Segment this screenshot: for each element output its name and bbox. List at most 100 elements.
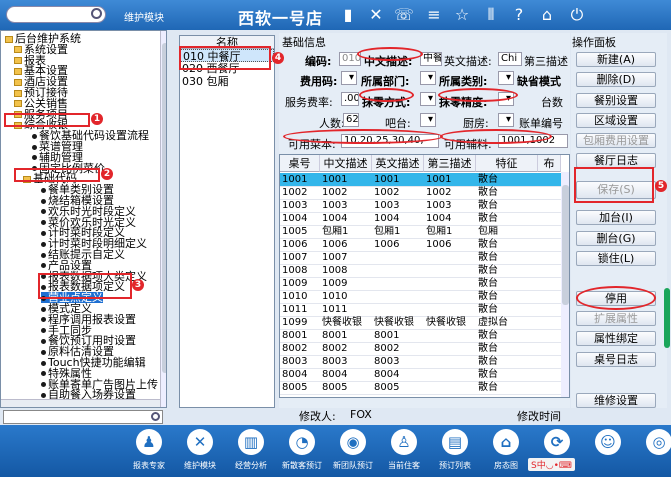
grid-cell[interactable]: 1006 — [424, 238, 476, 251]
panel-button[interactable]: 维修设置 — [576, 393, 656, 408]
grid-header[interactable]: 桌号 — [280, 155, 320, 172]
grid-header[interactable]: 英文描述 — [372, 155, 424, 172]
taskbar-item[interactable]: ☺ — [580, 429, 636, 475]
grid-cell[interactable]: 8004 — [280, 368, 320, 381]
module-tree[interactable]: 后台维护系统 系统设置 报表 基本设置 酒店设置 预订接待 公关销售 服务项目 综合收银 餐饮基础… — [0, 30, 167, 408]
grid-cell[interactable]: 1011 — [280, 303, 320, 316]
grid-cell[interactable]: 包厢 — [476, 225, 538, 238]
grid-cell[interactable]: 快餐收银 — [372, 316, 424, 329]
people-field[interactable]: 62 — [343, 113, 359, 127]
grid-cell[interactable]: 1004 — [320, 212, 372, 225]
en-desc-field[interactable]: Chi — [498, 52, 522, 66]
grid-cell[interactable]: 8002 — [280, 342, 320, 355]
grid-cell[interactable]: 8004 — [320, 368, 372, 381]
grid-cell[interactable]: 虚拟台 — [476, 316, 538, 329]
grid-cell[interactable]: 8003 — [372, 355, 424, 368]
dept-select[interactable] — [420, 71, 436, 85]
grid-cell[interactable]: 1006 — [372, 238, 424, 251]
columns-icon[interactable]: ⫴ — [481, 5, 501, 25]
panel-button[interactable]: 锁住(L) — [576, 251, 656, 266]
grid-cell[interactable]: 1010 — [280, 290, 320, 303]
taskbar-item[interactable]: ⌂ 房态图 — [478, 429, 534, 475]
grid-cell[interactable]: 散台 — [476, 381, 538, 394]
grid-cell[interactable] — [372, 277, 424, 290]
grid-cell[interactable]: 8005 — [280, 381, 320, 394]
grid-cell[interactable]: 包厢1 — [372, 225, 424, 238]
grid-cell[interactable]: 散台 — [476, 264, 538, 277]
panel-button[interactable]: 桌号日志 — [576, 352, 656, 367]
grid-cell[interactable]: 1002 — [320, 186, 372, 199]
outlet-list[interactable]: 名称 010 中餐厅 020 西餐厅 030 包厢 — [179, 35, 275, 408]
grid-cell[interactable]: 1007 — [320, 251, 372, 264]
grid-cell[interactable]: 8002 — [372, 342, 424, 355]
grid-cell[interactable]: 散台 — [476, 368, 538, 381]
grid-cell[interactable]: 1001 — [424, 173, 476, 186]
grid-cell[interactable]: 1011 — [320, 303, 372, 316]
panel-button[interactable]: 餐别设置 — [576, 93, 656, 108]
grid-cell[interactable]: 1007 — [280, 251, 320, 264]
grid-cell[interactable] — [372, 251, 424, 264]
panel-button[interactable]: 新建(A) — [576, 52, 656, 67]
grid-cell[interactable] — [424, 290, 476, 303]
search-icon[interactable] — [91, 8, 102, 19]
grid-cell[interactable]: 快餐收银 — [424, 316, 476, 329]
grid-cell[interactable]: 散台 — [476, 199, 538, 212]
grid-cell[interactable] — [424, 303, 476, 316]
grid-cell[interactable]: 1002 — [424, 186, 476, 199]
grid-cell[interactable] — [424, 251, 476, 264]
grid-cell[interactable]: 散台 — [476, 186, 538, 199]
grid-cell[interactable]: 散台 — [476, 251, 538, 264]
taskbar-item[interactable]: ◎ — [631, 429, 671, 475]
panel-button[interactable]: 删台(G) — [576, 231, 656, 246]
grid-cell[interactable]: 1004 — [424, 212, 476, 225]
grid-cell[interactable]: 散台 — [476, 342, 538, 355]
grid-cell[interactable] — [424, 342, 476, 355]
grid-cell[interactable]: 散台 — [476, 277, 538, 290]
taskbar-item[interactable]: ♙ 当前住客 — [376, 429, 432, 475]
grid-cell[interactable] — [372, 303, 424, 316]
tree-hscrollbar[interactable] — [1, 399, 160, 407]
grid-cell[interactable] — [372, 290, 424, 303]
grid-cell[interactable]: 1010 — [320, 290, 372, 303]
panel-button[interactable]: 区域设置 — [576, 113, 656, 128]
grid-cell[interactable]: 1009 — [280, 277, 320, 290]
table-grid[interactable]: 桌号 中文描述 英文描述 第三描述 特征布 1001 1001 1001 1001 散台 1002 1… — [279, 154, 570, 398]
ime-indicator-icon[interactable]: S中◡•⌨ — [528, 458, 575, 471]
power-icon[interactable]: ⏻ — [567, 5, 587, 25]
grid-cell[interactable]: 散台 — [476, 290, 538, 303]
grid-cell[interactable]: 散台 — [476, 329, 538, 342]
grid-cell[interactable]: 1004 — [372, 212, 424, 225]
signal-icon[interactable]: ▮ — [338, 5, 358, 25]
grid-cell[interactable]: 1003 — [320, 199, 372, 212]
kitchen-select[interactable] — [498, 113, 514, 127]
taskbar-item[interactable]: ▥ 经营分析 — [223, 429, 279, 475]
panel-button[interactable]: 扩展属性 — [576, 311, 656, 326]
grid-cell[interactable]: 1003 — [280, 199, 320, 212]
grid-cell[interactable]: 8004 — [372, 368, 424, 381]
grid-cell[interactable]: 1004 — [280, 212, 320, 225]
grid-cell[interactable]: 1008 — [280, 264, 320, 277]
taskbar-item[interactable]: ♟ 报表专家 — [121, 429, 177, 475]
taskbar-item[interactable]: ▤ 预订列表 — [427, 429, 483, 475]
grid-cell[interactable]: 包厢1 — [320, 225, 372, 238]
cn-desc-field[interactable]: 中餐 — [420, 52, 442, 66]
grid-cell[interactable] — [424, 368, 476, 381]
home-icon[interactable]: ⌂ — [537, 5, 557, 25]
grid-cell[interactable]: 散台 — [476, 355, 538, 368]
grid-cell[interactable]: 1006 — [280, 238, 320, 251]
grid-cell[interactable]: 8001 — [320, 329, 372, 342]
grid-cell[interactable]: 散台 — [476, 238, 538, 251]
panel-button[interactable]: 删除(D) — [576, 72, 656, 87]
grid-cell[interactable]: 散台 — [476, 173, 538, 186]
grid-cell[interactable]: 1002 — [280, 186, 320, 199]
grid-cell[interactable]: 1002 — [372, 186, 424, 199]
grid-scroll-thumb[interactable] — [562, 185, 569, 305]
grid-header[interactable]: 中文描述 — [320, 155, 372, 172]
grid-cell[interactable]: 8001 — [372, 329, 424, 342]
grid-cell[interactable]: 8003 — [320, 355, 372, 368]
grid-cell[interactable] — [424, 355, 476, 368]
tools-icon[interactable]: ✕ — [366, 5, 386, 25]
star-icon[interactable]: ☆ — [452, 5, 472, 25]
grid-cell[interactable]: 1099 — [280, 316, 320, 329]
grid-header[interactable]: 特征 — [476, 155, 538, 172]
